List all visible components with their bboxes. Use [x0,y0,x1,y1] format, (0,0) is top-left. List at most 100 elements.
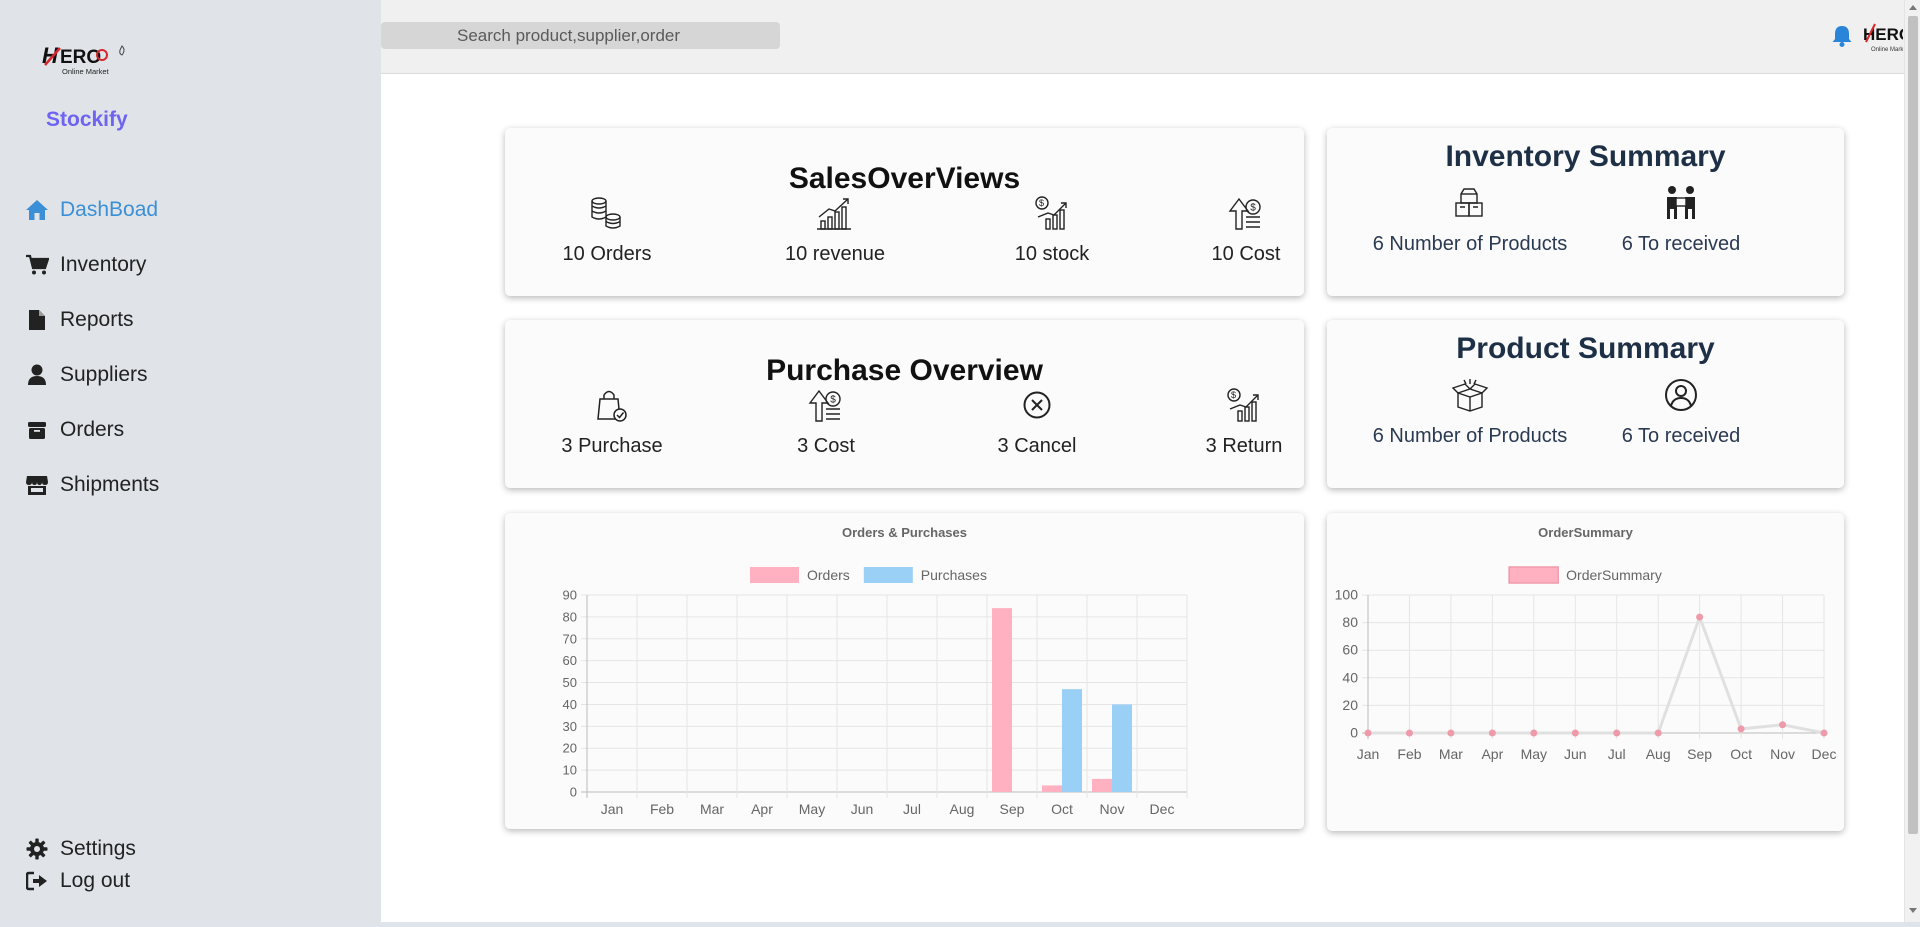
stat-return: $ 3 Return [1204,387,1284,458]
x-tick-label: Dec [1812,746,1837,762]
legend-label: Purchases [921,567,987,583]
y-tick-label: 90 [563,588,577,603]
legend-label: OrderSummary [1566,567,1662,583]
bar-orders [1042,785,1062,792]
svg-text:ERO: ERO [60,47,101,68]
stat-revenue: 10 revenue [773,195,897,266]
data-point [1654,729,1662,737]
sales-overview-card: SalesOverViews 10 Orders 10 revenue $ 10… [505,128,1304,296]
purchase-overview-card: Purchase Overview 3 Purchase $ 3 Cost 3 … [505,320,1304,488]
y-tick-label: 60 [563,653,577,668]
y-tick-label: 0 [1350,725,1358,741]
stat-label: 6 Number of Products [1372,425,1568,447]
data-point [1530,729,1538,737]
y-tick-label: 100 [1335,587,1359,603]
x-tick-label: Jan [1357,746,1380,762]
sidebar-item-reports[interactable]: Reports [24,292,159,347]
stat-number-of-products: 6 Number of Products [1365,185,1575,256]
search-input[interactable] [381,22,780,49]
sidebar-item-orders[interactable]: Orders [24,402,159,457]
stat-label: 10 Orders [562,243,652,265]
x-tick-label: Oct [1730,746,1752,762]
vertical-scrollbar[interactable] [1904,0,1920,922]
coins-icon [587,195,627,231]
cart-icon [24,252,50,278]
data-point [1737,725,1745,733]
stat-stock: $ 10 stock [1005,195,1099,266]
product-summary-title: Product Summary [1456,332,1715,365]
profile-logo[interactable]: HERO Online Market [1861,18,1912,58]
stat-label: 3 Cost [797,435,855,457]
box-icon [24,417,50,443]
inventory-summary-card: Inventory Summary 6 Number of Products 6… [1327,128,1844,296]
bar-orders [992,608,1012,792]
bag-check-icon [592,387,632,423]
y-tick-label: 40 [563,697,577,712]
orders-purchases-chart-card: Orders & Purchases Orders Purchases 0 10 20 3… [505,513,1304,829]
y-tick-label: 20 [563,741,577,756]
money-chart-icon: $ [1224,387,1264,423]
scrollbar-thumb[interactable] [1908,16,1918,834]
stat-cost: $ 10 Cost [1208,195,1284,266]
hero-logo: H ERO Online Market [40,38,136,82]
svg-text:$: $ [1250,203,1256,214]
open-box-icon [1450,377,1490,413]
y-tick-label: 0 [570,785,577,800]
x-tick-label: Sep [1000,801,1025,817]
x-tick-label: Jul [1608,746,1626,762]
x-tick-label: Jan [601,801,624,817]
cancel-circle-icon [1017,387,1057,423]
sales-overview-title: SalesOverViews [788,162,1021,195]
x-tick-label: Apr [751,801,773,817]
sidebar-item-label: Reports [60,307,134,331]
gear-icon [24,836,50,862]
logout-icon [24,868,50,894]
scroll-down-arrow-icon[interactable] [1909,908,1917,913]
y-tick-label: 50 [563,675,577,690]
sidebar-item-suppliers[interactable]: Suppliers [24,347,159,402]
data-point [1488,729,1496,737]
money-chart-icon: $ [1032,195,1072,231]
inventory-summary-title: Inventory Summary [1445,140,1726,173]
stat-label: 6 To received [1621,425,1741,447]
legend-swatch [750,567,799,583]
settings-link[interactable]: Settings [24,833,136,865]
scroll-up-arrow-icon[interactable] [1909,5,1917,10]
bar-orders [1092,778,1112,792]
sidebar-item-shipments[interactable]: Shipments [24,457,159,512]
logout-label: Log out [60,869,131,892]
data-point [1820,729,1828,737]
stat-label: 6 Number of Products [1372,233,1568,255]
legend-label: Orders [807,567,850,583]
y-tick-label: 80 [1342,614,1358,630]
logout-link[interactable]: Log out [24,865,136,897]
sidebar-item-dashboard[interactable]: DashBoad [24,182,159,237]
x-tick-label: Jun [851,801,874,817]
stat-label: 6 To received [1621,233,1741,255]
sidebar-item-label: Shipments [60,472,160,496]
stat-to-received: 6 To received [1611,185,1751,256]
settings-label: Settings [60,837,136,860]
x-tick-label: Feb [650,801,674,817]
x-tick-label: Jun [1564,746,1587,762]
y-tick-label: 80 [563,609,577,624]
x-tick-label: Aug [1646,746,1671,762]
sidebar-nav: DashBoad Inventory Reports Suppliers Ord… [24,182,159,512]
file-icon [24,307,50,333]
x-tick-label: May [1521,746,1547,762]
product-summary-card: Product Summary 6 Number of Products 6 T… [1327,320,1844,488]
stat-cancel: 3 Cancel [992,387,1082,458]
purchase-overview-title: Purchase Overview [766,354,1043,387]
svg-text:$: $ [1231,390,1236,400]
x-tick-label: Jul [903,801,921,817]
sidebar: H ERO Online Market Stockify DashBoad In… [0,0,381,922]
legend-swatch [863,567,913,583]
x-tick-label: Nov [1100,801,1125,817]
bell-icon[interactable] [1831,24,1853,48]
sidebar-item-inventory[interactable]: Inventory [24,237,159,292]
x-tick-label: Mar [700,801,724,817]
data-point [1571,729,1579,737]
stat-cost: $ 3 Cost [791,387,861,458]
stat-number-of-products: 6 Number of Products [1365,377,1575,448]
svg-text:Online Market: Online Market [1871,47,1903,53]
